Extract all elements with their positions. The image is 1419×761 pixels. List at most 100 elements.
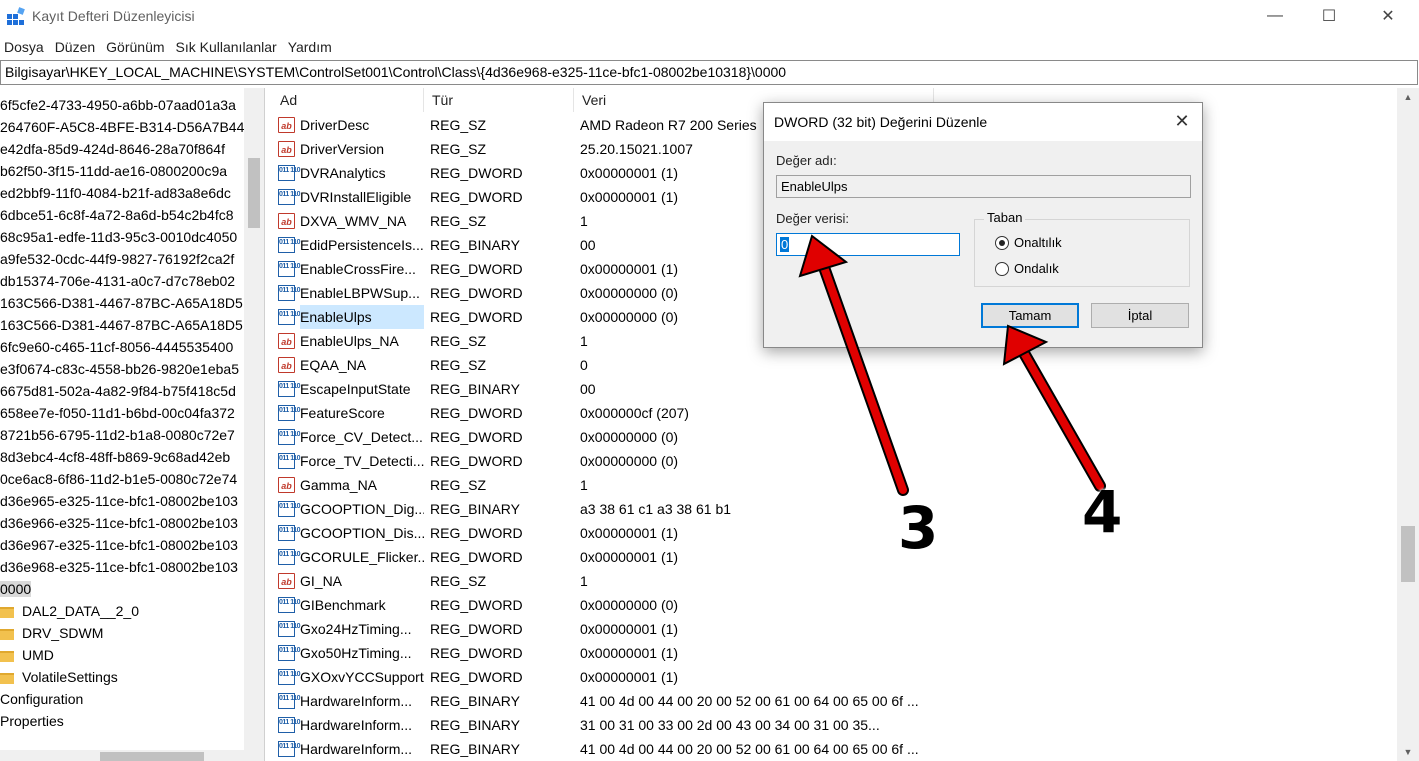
tree-item[interactable]: 658ee7e-f050-11d1-b6bd-00c04fa372: [0, 402, 235, 424]
binary-value-icon: 011 110: [278, 621, 301, 637]
dialog-close-icon[interactable]: ✕: [1172, 111, 1192, 131]
tree-item[interactable]: Properties: [0, 710, 64, 732]
address-bar[interactable]: Bilgisayar\HKEY_LOCAL_MACHINE\SYSTEM\Con…: [0, 60, 1418, 85]
dialog-title-bar: DWORD (32 bit) Değerini Düzenle ✕: [764, 103, 1202, 141]
binary-value-icon: 011 110: [278, 429, 301, 445]
list-row[interactable]: 011 110 GXOxvYCCSupport REG_DWORD 0x0000000…: [272, 665, 1397, 689]
list-row[interactable]: ab EQAA_NA REG_SZ 0: [272, 353, 1397, 377]
scroll-down-arrow-icon[interactable]: ▼: [1397, 743, 1419, 761]
value-name: EscapeInputState: [300, 381, 411, 397]
close-button[interactable]: ✕: [1365, 0, 1411, 32]
tree-item[interactable]: UMD: [0, 644, 54, 666]
value-type: REG_DWORD: [430, 453, 523, 469]
tree-item[interactable]: 6dbce51-6c8f-4a72-8a6d-b54c2b4fc8: [0, 204, 234, 226]
tree-item[interactable]: e3f0674-c83c-4558-bb26-9820e1eba5: [0, 358, 239, 380]
value-name: EnableUlps_NA: [300, 333, 399, 349]
menu-favorites[interactable]: Sık Kullanılanlar: [172, 36, 284, 58]
tree-item[interactable]: 163C566-D381-4467-87BC-A65A18D5: [0, 292, 243, 314]
list-row[interactable]: 011 110 GCOOPTION_Dis... REG_DWORD 0x000000…: [272, 521, 1397, 545]
key-tree[interactable]: 6f5cfe2-4733-4950-a6bb-07aad01a3a 264760F…: [0, 88, 264, 761]
tree-item[interactable]: d36e968-e325-11ce-bfc1-08002be103: [0, 556, 238, 578]
tree-scroll-thumb[interactable]: [248, 158, 260, 228]
value-type: REG_SZ: [430, 357, 487, 373]
hex-radio[interactable]: [995, 236, 1009, 250]
list-row[interactable]: ab GI_NA REG_SZ 1: [272, 569, 1397, 593]
tree-item[interactable]: 6675d81-502a-4a82-9f84-b75f418c5d: [0, 380, 236, 402]
tree-item[interactable]: d36e967-e325-11ce-bfc1-08002be103: [0, 534, 238, 556]
list-vertical-scrollbar[interactable]: [1397, 88, 1419, 761]
list-row[interactable]: 011 110 GIBenchmark REG_DWORD 0x00000000 (0…: [272, 593, 1397, 617]
tree-item[interactable]: Configuration: [0, 688, 83, 710]
tree-item[interactable]: db15374-706e-4131-a0c7-d7c78eb02: [0, 270, 235, 292]
ok-button[interactable]: Tamam: [981, 303, 1079, 328]
tree-item[interactable]: ed2bbf9-11f0-4084-b21f-ad83a8e6dc: [0, 182, 231, 204]
tree-item[interactable]: b62f50-3f15-11dd-ae16-0800200c9a: [0, 160, 227, 182]
tree-item[interactable]: 0000: [0, 578, 32, 600]
tree-item-label: b62f50-3f15-11dd-ae16-0800200c9a: [0, 163, 228, 179]
menu-view[interactable]: Görünüm: [102, 36, 171, 58]
list-row[interactable]: 011 110 FeatureScore REG_DWORD 0x000000cf (…: [272, 401, 1397, 425]
string-value-icon: ab: [278, 117, 295, 133]
menu-file[interactable]: Dosya: [0, 36, 51, 58]
list-row[interactable]: 011 110 Gxo24HzTiming... REG_DWORD 0x000000…: [272, 617, 1397, 641]
value-data: a3 38 61 c1 a3 38 61 b1: [580, 501, 732, 517]
maximize-button[interactable]: ☐: [1306, 0, 1352, 32]
pane-splitter[interactable]: [264, 88, 272, 761]
list-scroll-thumb[interactable]: [1401, 526, 1415, 582]
tree-item[interactable]: 8721b56-6795-11d2-b1a8-0080c72e7: [0, 424, 235, 446]
minimize-button[interactable]: —: [1252, 0, 1298, 32]
tree-item[interactable]: a9fe532-0cdc-44f9-9827-76192f2ca2f: [0, 248, 234, 270]
list-row[interactable]: 011 110 Force_TV_Detecti... REG_DWORD 0x000…: [272, 449, 1397, 473]
value-type: REG_SZ: [430, 141, 487, 157]
tree-item[interactable]: 0ce6ac8-6f86-11d2-b1e5-0080c72e74: [0, 468, 237, 490]
binary-value-icon: 011 110: [278, 285, 301, 301]
tree-item[interactable]: 8d3ebc4-4cf8-48ff-b869-9c68ad42eb: [0, 446, 230, 468]
folder-icon: [0, 650, 14, 662]
tree-item-label: 8721b56-6795-11d2-b1a8-0080c72e7: [0, 427, 235, 443]
value-name: DVRInstallEligible: [300, 189, 412, 205]
binary-value-icon: 011 110: [278, 525, 301, 541]
column-name[interactable]: Ad: [272, 88, 424, 112]
tree-item[interactable]: DRV_SDWM: [0, 622, 103, 644]
menu-help[interactable]: Yardım: [284, 36, 339, 58]
tree-item[interactable]: 68c95a1-edfe-11d3-95c3-0010dc4050: [0, 226, 237, 248]
value-name: EnableCrossFire...: [300, 261, 416, 277]
tree-item[interactable]: d36e966-e325-11ce-bfc1-08002be103: [0, 512, 238, 534]
decimal-radio[interactable]: [995, 262, 1009, 276]
scroll-up-arrow-icon[interactable]: ▲: [1397, 88, 1419, 106]
hex-radio-label[interactable]: Onaltılık: [1014, 235, 1062, 250]
value-data: 0x00000001 (1): [580, 621, 679, 637]
tree-item[interactable]: VolatileSettings: [0, 666, 118, 688]
value-name: GXOxvYCCSupport: [300, 669, 424, 685]
cancel-button[interactable]: İptal: [1091, 303, 1189, 328]
tree-hscroll-thumb[interactable]: [100, 752, 204, 761]
tree-item[interactable]: DAL2_DATA__2_0: [0, 600, 139, 622]
binary-value-icon: 011 110: [278, 645, 301, 661]
decimal-radio-label[interactable]: Ondalık: [1014, 261, 1059, 276]
column-type[interactable]: Tür: [424, 88, 574, 112]
list-row[interactable]: 011 110 Gxo50HzTiming... REG_DWORD 0x000000…: [272, 641, 1397, 665]
tree-item[interactable]: 6fc9e60-c465-11cf-8056-4445535400: [0, 336, 233, 358]
tree-item[interactable]: d36e965-e325-11ce-bfc1-08002be103: [0, 490, 238, 512]
tree-item[interactable]: e42dfa-85d9-424d-8646-28a70f864f: [0, 138, 225, 160]
list-row[interactable]: 011 110 HardwareInform... REG_BINARY 41 00 …: [272, 689, 1397, 713]
menu-edit[interactable]: Düzen: [51, 36, 102, 58]
list-row[interactable]: 011 110 HardwareInform... REG_BINARY 31 00 …: [272, 713, 1397, 737]
list-row[interactable]: ab Gamma_NA REG_SZ 1: [272, 473, 1397, 497]
list-row[interactable]: 011 110 EscapeInputState REG_BINARY 00: [272, 377, 1397, 401]
tree-item-label: 658ee7e-f050-11d1-b6bd-00c04fa372: [0, 405, 235, 421]
value-name: DXVA_WMV_NA: [300, 213, 407, 229]
list-row[interactable]: 011 110 GCOOPTION_Dig... REG_BINARY a3 38 6…: [272, 497, 1397, 521]
menu-bar: Dosya Düzen Görünüm Sık Kullanılanlar Ya…: [0, 36, 339, 58]
tree-item[interactable]: 163C566-D381-4467-87BC-A65A18D5: [0, 314, 243, 336]
value-data-input[interactable]: 0: [776, 233, 960, 256]
value-type: REG_BINARY: [430, 741, 520, 757]
value-data: 41 00 4d 00 44 00 20 00 52 00 61 00 64 0…: [580, 741, 919, 757]
list-row[interactable]: 011 110 GCORULE_Flicker... REG_DWORD 0x0000…: [272, 545, 1397, 569]
list-row[interactable]: 011 110 Force_CV_Detect... REG_DWORD 0x0000…: [272, 425, 1397, 449]
value-name: DriverVersion: [300, 141, 385, 157]
annotation-label-3: 3: [898, 494, 939, 562]
tree-item[interactable]: 264760F-A5C8-4BFE-B314-D56A7B44: [0, 116, 244, 138]
tree-item[interactable]: 6f5cfe2-4733-4950-a6bb-07aad01a3a: [0, 94, 236, 116]
list-row[interactable]: 011 110 HardwareInform... REG_BINARY 41 00 …: [272, 737, 1397, 761]
